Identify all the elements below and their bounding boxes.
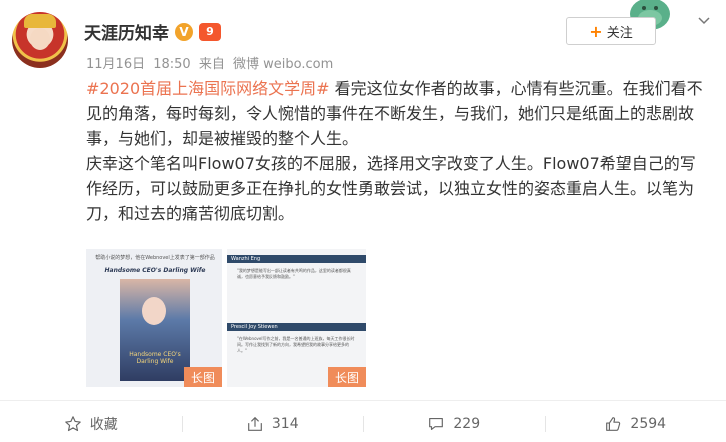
author-row: 天涯历知幸 V 9	[84, 19, 221, 44]
star-icon	[64, 416, 81, 432]
follow-button[interactable]: + 关注	[566, 17, 656, 45]
post-image-1[interactable]: 帮助小说的梦想，他在Webnovel上发表了第一部作品 Handsome CEO…	[86, 249, 222, 387]
plus-icon: +	[589, 21, 603, 41]
post-paragraph-1: #2020首届上海国际网络文学周# 看完这位女作者的故事，心情有些沉重。在我们看…	[86, 76, 706, 151]
post-meta: 11月16日 18:50 来自 微博 weibo.com	[86, 53, 337, 72]
post-body: #2020首届上海国际网络文学周# 看完这位女作者的故事，心情有些沉重。在我们看…	[86, 76, 706, 226]
quote-card-2-text: "在Webnovel写作之前，我是一名普通的上班族，每天工作很长时间。写作让我找…	[237, 336, 355, 353]
topic-link[interactable]: #2020首届上海国际网络文学周#	[86, 79, 330, 98]
post-time[interactable]: 18:50	[153, 57, 190, 72]
post-source[interactable]: 微博 weibo.com	[233, 57, 333, 72]
chevron-down-icon[interactable]	[698, 14, 710, 28]
quote-card-1-text: "我的梦想是能写出一部让读者有共鸣的作品，这里的读者都很真诚，也愿意给予我反馈和…	[237, 268, 351, 279]
quote-card-1: Wanzhi Eng "我的梦想是能写出一部让读者有共鸣的作品，这里的读者都很真…	[227, 255, 366, 285]
favorite-label: 收藏	[89, 417, 118, 433]
comment-icon	[429, 418, 444, 430]
comment-count: 229	[453, 416, 481, 432]
like-button[interactable]: 2594	[544, 410, 726, 438]
cover-portrait	[142, 297, 166, 325]
divider	[0, 400, 726, 401]
follow-label: 关注	[606, 25, 633, 41]
image-header-text: 帮助小说的梦想，他在Webnovel上发表了第一部作品	[95, 255, 215, 261]
avatar-crown-icon	[24, 14, 56, 28]
level-badge-icon[interactable]: 9	[199, 22, 221, 41]
favorite-button[interactable]: 收藏	[0, 410, 182, 438]
long-image-badge: 长图	[328, 367, 366, 387]
post-image-2[interactable]: Wanzhi Eng "我的梦想是能写出一部让读者有共鸣的作品，这里的读者都很真…	[227, 249, 366, 387]
avatar-face-icon	[30, 28, 50, 50]
like-count: 2594	[630, 416, 667, 432]
source-prefix: 来自	[198, 57, 225, 72]
action-bar: 收藏 314 229 2594	[0, 410, 726, 438]
post-date[interactable]: 11月16日	[86, 57, 145, 72]
image-cover-title: Handsome CEO's Darling Wife	[104, 267, 206, 274]
share-button[interactable]: 314	[181, 410, 364, 438]
quote-card-1-author: Wanzhi Eng	[227, 255, 366, 263]
quote-card-2-author: Prescil Joy Stiewen	[227, 323, 366, 331]
share-icon	[247, 416, 262, 431]
share-count: 314	[271, 416, 299, 432]
long-image-badge: 长图	[184, 367, 222, 387]
avatar[interactable]	[12, 12, 68, 68]
quote-card-2: Prescil Joy Stiewen "在Webnovel写作之前，我是一名普…	[227, 323, 366, 359]
username[interactable]: 天涯历知幸	[84, 19, 169, 44]
book-cover: Handsome CEO's Darling Wife	[120, 279, 190, 381]
post-paragraph-2: 庆幸这个笔名叫Flow07女孩的不屈服，选择用文字改变了人生。Flow07希望自…	[86, 154, 696, 223]
like-icon	[606, 417, 621, 431]
book-title: Handsome CEO's Darling Wife	[129, 351, 181, 365]
comment-button[interactable]: 229	[363, 410, 545, 438]
verified-badge-icon[interactable]: V	[175, 22, 193, 41]
